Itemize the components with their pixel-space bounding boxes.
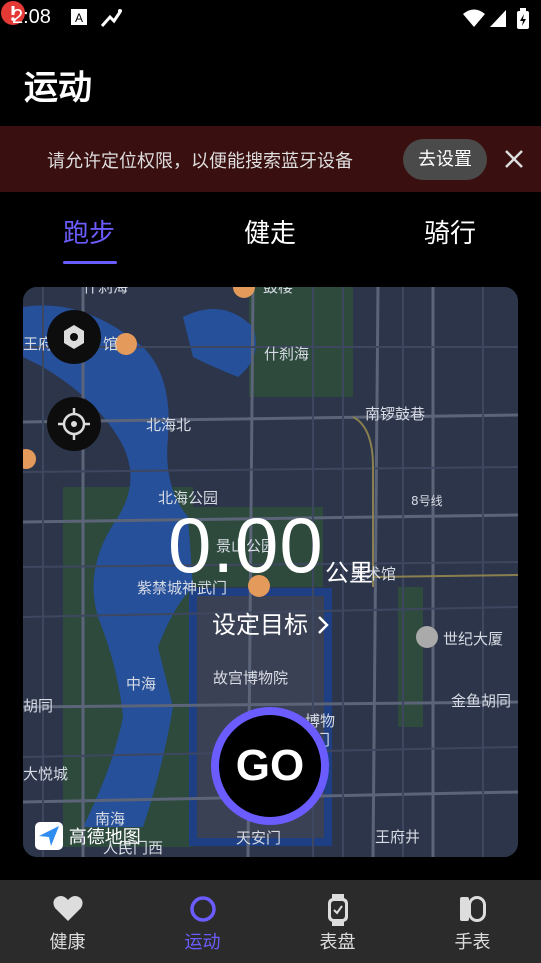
watch-face-icon [326,894,350,930]
activity-runner-icon [98,8,124,32]
tab-running[interactable]: 跑步 [63,213,115,250]
tab-indicator [63,261,117,264]
chevron-right-icon [317,616,329,634]
set-goal-label: 设定目标 [212,611,308,639]
distance-value: 0.00 [168,501,324,589]
nav-watchface[interactable]: 表盘 [270,880,405,963]
nav-sport[interactable]: 运动 [135,880,270,963]
map-label: 世纪大厦 [443,630,503,648]
map-label: 大悦城 [23,765,68,783]
map-label: 北海北 [146,416,191,434]
map-label: 南锣鼓巷 [365,405,425,423]
watch-icon [459,894,487,928]
tab-walking[interactable]: 健走 [244,213,296,250]
map-label: 天安门 [236,829,281,847]
distance-unit: 公里 [325,559,373,587]
map-settings-button[interactable] [47,310,101,364]
map-label: 什刹海 [83,287,128,296]
go-button[interactable]: GO [211,707,329,825]
status-bar: 2:08 A [0,0,541,36]
go-settings-button[interactable]: 去设置 [403,139,487,180]
map-label: 馆 [103,335,118,353]
go-label: GO [219,715,321,817]
svg-text:A: A [75,11,83,25]
tab-cycling[interactable]: 骑行 [424,213,476,250]
map-provider-name: 高德地图 [68,827,141,848]
sport-tabs: 跑步 健走 骑行 [0,205,541,265]
hexagon-settings-icon [64,325,84,349]
map-label: 金鱼胡同 [451,692,511,710]
map-label: 故宫博物院 [213,669,288,687]
banner-message: 请允许定位权限，以便能搜索蓝牙设备 [47,151,353,172]
map-provider-logo: 高德地图 [35,822,141,850]
nav-watch-label: 手表 [454,932,491,953]
cell-signal-icon [488,8,508,32]
map-label: 胡同 [23,697,53,715]
page-title: 运动 [24,68,92,108]
crosshair-icon [58,408,90,440]
notification-a-icon: A [70,8,88,30]
heart-icon [52,894,84,926]
set-goal-button[interactable]: 设定目标 [212,605,330,640]
battery-icon [516,8,530,34]
map-label: 什刹海 [264,345,309,363]
locate-button[interactable] [47,397,101,451]
map-label: 中海 [126,675,156,693]
wifi-icon [462,8,486,32]
map-label: 鼓楼 [263,287,293,296]
nav-health-label: 健康 [49,932,86,953]
ring-icon [188,894,218,928]
close-icon[interactable] [503,148,525,174]
map-label: 王府井 [375,828,420,846]
bottom-nav: 健康 运动 表盘 手表 [0,880,541,963]
nav-watch[interactable]: 手表 [405,880,540,963]
nav-sport-label: 运动 [184,932,221,953]
status-time: 2:08 [12,6,51,28]
nav-watchface-label: 表盘 [319,932,356,953]
map-label: 8号线 [411,494,443,508]
nav-health[interactable]: 健康 [0,880,135,963]
amap-logo-icon [35,822,63,850]
